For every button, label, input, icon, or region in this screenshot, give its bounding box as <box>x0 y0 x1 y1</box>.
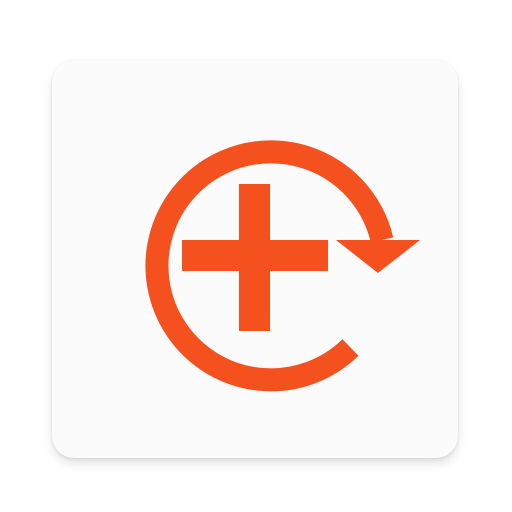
app-icon-canvas <box>0 0 512 512</box>
app-icon-tile[interactable] <box>52 60 458 458</box>
